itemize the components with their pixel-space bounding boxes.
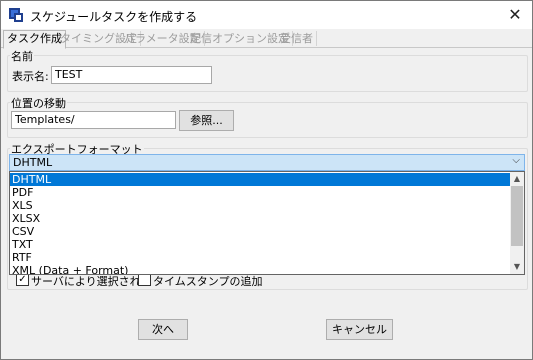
export-format-select[interactable]: DHTML ⌵ [9,154,525,171]
browse-button[interactable]: 参照... [179,110,234,131]
option-csv[interactable]: CSV [10,225,510,238]
location-group-title: 位置の移動 [10,95,67,111]
option-pdf[interactable]: PDF [10,186,510,199]
cancel-button[interactable]: キャンセル [326,319,393,340]
option-xls[interactable]: XLS [10,199,510,212]
close-button[interactable]: ✕ [498,1,532,29]
window-title: スケジュールタスクを作成する [30,10,198,24]
location-path-input[interactable] [11,111,176,129]
name-group-title: 名前 [10,48,34,64]
option-xml[interactable]: XML (Data + Format) [10,264,510,274]
export-format-value: DHTML [13,156,53,169]
option-dhtml[interactable]: DHTML [10,173,510,186]
export-format-dropdown-list: DHTML PDF XLS XLSX CSV TXT RTF XML (Data… [9,171,525,275]
close-icon: ✕ [508,5,522,24]
scroll-down-icon[interactable]: ▼ [510,260,524,274]
display-name-label: 表示名: [12,70,49,83]
timestamp-label: タイムスタンプの追加 [153,275,263,288]
next-button[interactable]: 次へ [138,319,188,340]
tab-recipients[interactable]: 受信者 [277,31,317,46]
app-icon [9,8,23,22]
option-txt[interactable]: TXT [10,238,510,251]
scroll-thumb[interactable] [511,186,523,246]
display-name-input[interactable] [51,66,212,84]
chevron-down-icon[interactable]: ⌵ [512,155,520,166]
dropdown-scrollbar[interactable]: ▲ ▼ [510,172,524,274]
server-selected-label: サーバにより選択された [31,275,152,288]
title-bar: スケジュールタスクを作成する ✕ [1,1,532,29]
option-xlsx[interactable]: XLSX [10,212,510,225]
dialog-window: スケジュールタスクを作成する ✕ タスク作成 タイミング設定 パラメータ設定 配… [0,0,533,360]
scroll-up-icon[interactable]: ▲ [510,172,524,186]
option-rtf[interactable]: RTF [10,251,510,264]
tab-strip: タスク作成 タイミング設定 パラメータ設定 配信オプション設定 受信者 [1,29,532,49]
